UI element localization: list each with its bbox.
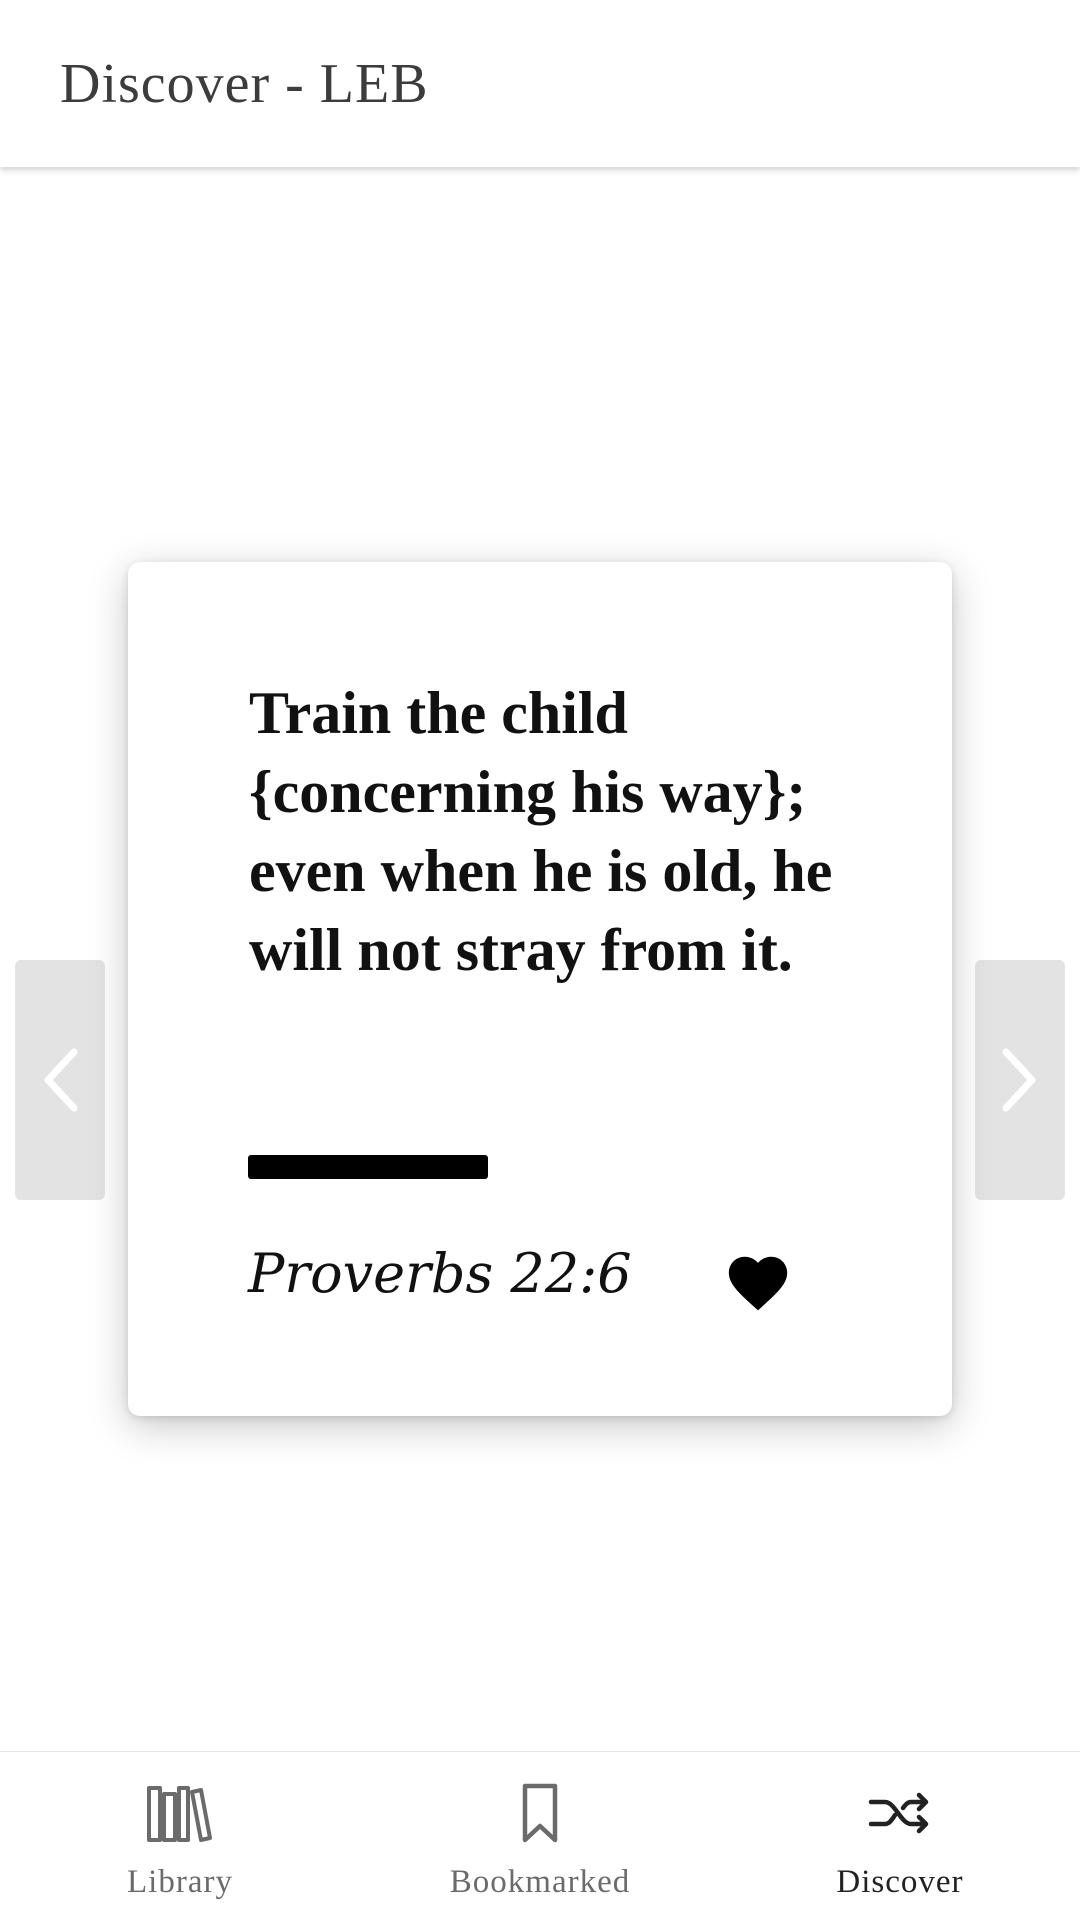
chevron-left-icon (44, 1048, 78, 1112)
verse-card: Train the child {concerning his way}; ev… (128, 562, 952, 1416)
app-bar: Discover - LEB (0, 0, 1080, 167)
chevron-right-icon (1002, 1048, 1036, 1112)
tab-bookmarked[interactable]: Bookmarked (360, 1752, 720, 1920)
tab-library-label: Library (127, 1864, 233, 1900)
tab-discover-label: Discover (836, 1864, 964, 1900)
verse-reference: Proverbs 22:6 (248, 1242, 632, 1305)
books-icon (147, 1786, 212, 1842)
tab-library[interactable]: Library (0, 1752, 360, 1920)
discover-screen: Discover - LEB Train the child {concerni… (0, 0, 1080, 1920)
verse-text: Train the child {concerning his way}; ev… (249, 680, 833, 983)
heart-icon (728, 1256, 788, 1311)
bottom-navigation: Library Bookmarked Discover (0, 1751, 1080, 1920)
previous-verse-button[interactable] (15, 960, 105, 1200)
page-title: Discover - LEB (60, 53, 429, 115)
tab-bookmarked-label: Bookmarked (449, 1864, 631, 1900)
bookmark-icon (522, 1783, 558, 1843)
favorite-button[interactable] (723, 1248, 793, 1318)
shuffle-icon (868, 1792, 929, 1834)
next-verse-button[interactable] (975, 960, 1065, 1200)
divider-bar (248, 1155, 488, 1179)
tab-discover[interactable]: Discover (720, 1752, 1080, 1920)
